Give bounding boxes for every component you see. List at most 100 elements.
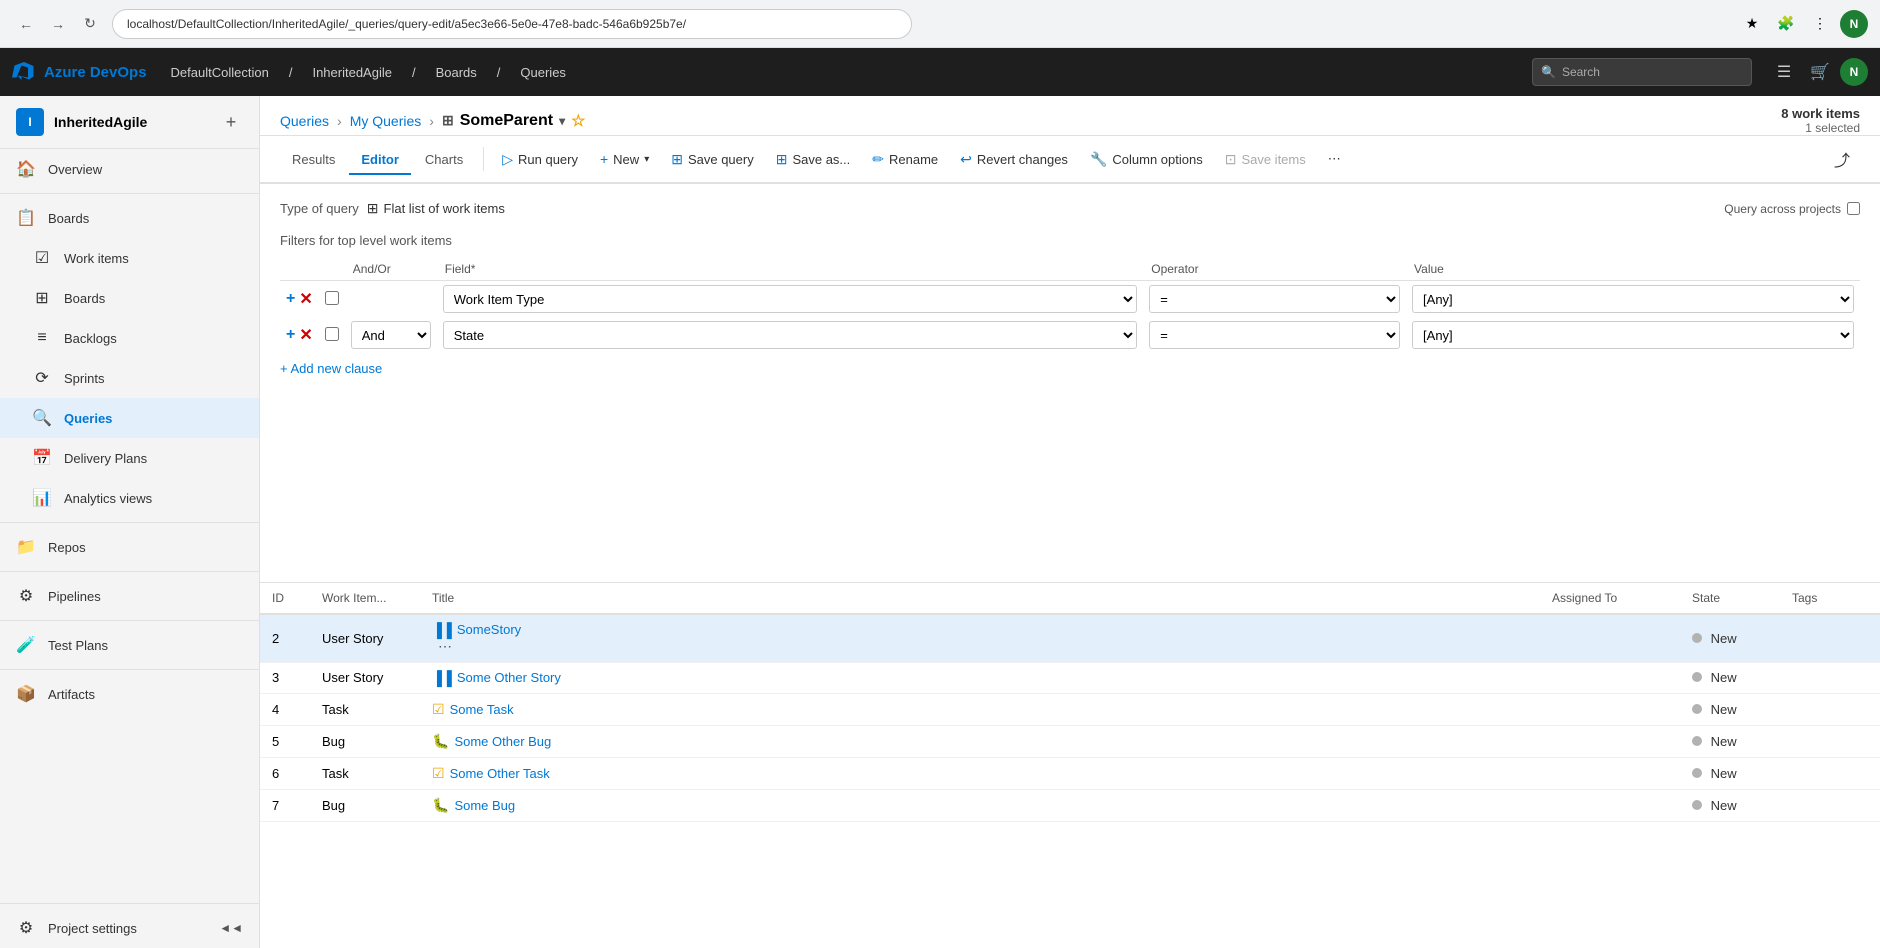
table-row[interactable]: 7 Bug 🐛 Some Bug New — [260, 789, 1880, 821]
shopping-icon[interactable]: 🛒 — [1804, 56, 1836, 88]
sidebar-item-analytics-views[interactable]: 📊 Analytics views — [0, 478, 259, 518]
col-work-item-type[interactable]: Work Item... — [310, 583, 420, 614]
save-items-button[interactable]: ⊡ Save items — [1215, 146, 1316, 173]
add-clause-button[interactable]: + Add new clause — [280, 353, 1860, 384]
sidebar-item-delivery-plans[interactable]: 📅 Delivery Plans — [0, 438, 259, 478]
forward-button[interactable]: → — [44, 10, 72, 38]
menu-icon[interactable]: ☰ — [1768, 56, 1800, 88]
state-label: New — [1711, 798, 1737, 813]
sidebar-item-test-plans[interactable]: 🧪 Test Plans — [0, 625, 259, 665]
table-row[interactable]: 4 Task ☑ Some Task New — [260, 693, 1880, 725]
tab-editor[interactable]: Editor — [349, 146, 411, 175]
expand-button[interactable]: ⤴ — [1824, 142, 1860, 176]
filter-row-2-andor-select[interactable]: And Or — [351, 321, 431, 349]
cell-state: New — [1680, 693, 1780, 725]
bookmark-icon[interactable]: ★ — [1738, 10, 1766, 38]
table-row[interactable]: 2 User Story ▐▐ SomeStory ⋯ New — [260, 614, 1880, 663]
work-item-link[interactable]: ☑ Some Other Task — [432, 765, 1528, 782]
filter-row-1-actions: + ✕ — [280, 281, 319, 318]
more-button[interactable]: ⋯ — [1318, 146, 1351, 172]
revert-changes-button[interactable]: ↩ Revert changes — [950, 146, 1078, 173]
header-search[interactable]: 🔍 Search — [1532, 58, 1752, 86]
header-actions: ☰ 🛒 N — [1768, 56, 1868, 88]
table-row[interactable]: 5 Bug 🐛 Some Other Bug New — [260, 725, 1880, 757]
col-tags[interactable]: Tags — [1780, 583, 1880, 614]
sidebar-item-repos[interactable]: 📁 Repos — [0, 527, 259, 567]
row-actions[interactable]: ⋯ — [432, 636, 458, 656]
rename-button[interactable]: ✏ Rename — [862, 146, 948, 173]
collapse-icon[interactable]: ◄◄ — [219, 921, 243, 935]
address-bar[interactable]: localhost/DefaultCollection/InheritedAgi… — [112, 9, 912, 39]
filters-label: Filters for top level work items — [280, 233, 1860, 248]
work-item-link[interactable]: 🐛 Some Other Bug — [432, 733, 1528, 750]
add-project-button[interactable]: + — [219, 110, 243, 134]
app-header: Azure DevOps DefaultCollection / Inherit… — [0, 48, 1880, 96]
sidebar-item-queries[interactable]: 🔍 Queries — [0, 398, 259, 438]
breadcrumb-item-3[interactable]: Queries — [512, 61, 574, 84]
cell-tags — [1780, 757, 1880, 789]
work-item-link[interactable]: ▐▐ Some Other Story — [432, 670, 1528, 686]
query-dropdown-icon[interactable]: ▾ — [559, 114, 565, 128]
filter-row-1-add[interactable]: + — [286, 290, 295, 308]
query-across-checkbox[interactable] — [1847, 202, 1860, 215]
col-title[interactable]: Title — [420, 583, 1540, 614]
sidebar-item-sprints[interactable]: ⟳ Sprints — [0, 358, 259, 398]
user-story-icon: ▐▐ — [432, 670, 452, 686]
breadcrumb-item-2[interactable]: Boards — [428, 61, 485, 84]
col-state[interactable]: State — [1680, 583, 1780, 614]
cell-state: New — [1680, 614, 1780, 663]
browser-actions: ★ 🧩 ⋮ N — [1738, 10, 1868, 38]
new-button[interactable]: + New ▾ — [590, 146, 659, 172]
refresh-button[interactable]: ↻ — [76, 10, 104, 38]
work-item-link[interactable]: ☑ Some Task — [432, 701, 1528, 718]
filter-col-check — [319, 258, 345, 281]
state-label: New — [1711, 766, 1737, 781]
filter-row-1: + ✕ — [280, 281, 1860, 318]
breadcrumb-my-queries[interactable]: My Queries — [350, 113, 422, 129]
filter-row-1-operator-select[interactable]: = != In — [1149, 285, 1400, 313]
table-row[interactable]: 3 User Story ▐▐ Some Other Story New — [260, 662, 1880, 693]
breadcrumb-item-0[interactable]: DefaultCollection — [163, 61, 277, 84]
save-as-button[interactable]: ⊞ Save as... — [766, 146, 861, 173]
tab-charts[interactable]: Charts — [413, 146, 475, 175]
sidebar-item-backlogs[interactable]: ≡ Backlogs — [0, 318, 259, 358]
sidebar-item-pipelines[interactable]: ⚙ Pipelines — [0, 576, 259, 616]
filter-row-2-value-select[interactable]: [Any] New Active Closed — [1412, 321, 1854, 349]
app-logo[interactable]: Azure DevOps — [12, 60, 147, 84]
col-assigned-to[interactable]: Assigned To — [1540, 583, 1680, 614]
sidebar-item-overview[interactable]: 🏠 Overview — [0, 149, 259, 189]
filter-row-1-value-select[interactable]: [Any] User Story Task Bug — [1412, 285, 1854, 313]
col-id[interactable]: ID — [260, 583, 310, 614]
filter-row-2-add[interactable]: + — [286, 326, 295, 344]
sidebar-item-boards[interactable]: ⊞ Boards — [0, 278, 259, 318]
filter-row-1-remove[interactable]: ✕ — [299, 289, 312, 309]
tab-results[interactable]: Results — [280, 146, 347, 175]
run-query-button[interactable]: ▷ Run query — [492, 146, 588, 173]
filter-row-2-field-select[interactable]: State Work Item Type Title — [443, 321, 1138, 349]
settings-icon[interactable]: ⋮ — [1806, 10, 1834, 38]
filter-row-1-field-select[interactable]: Work Item Type State Title Assigned To — [443, 285, 1138, 313]
sidebar-item-project-settings[interactable]: ⚙ Project settings ◄◄ — [0, 908, 259, 948]
user-avatar-browser[interactable]: N — [1840, 10, 1868, 38]
sidebar-item-work-items[interactable]: ☑ Work items — [0, 238, 259, 278]
filter-row-2-operator-select[interactable]: = != In — [1149, 321, 1400, 349]
breadcrumb-queries[interactable]: Queries — [280, 113, 329, 129]
breadcrumb-item-1[interactable]: InheritedAgile — [304, 61, 400, 84]
query-star-icon[interactable]: ☆ — [571, 111, 585, 131]
column-options-button[interactable]: 🔧 Column options — [1080, 146, 1213, 173]
user-avatar[interactable]: N — [1840, 58, 1868, 86]
query-type-value[interactable]: ⊞ Flat list of work items — [367, 200, 505, 217]
back-button[interactable]: ← — [12, 10, 40, 38]
extension-icon[interactable]: 🧩 — [1772, 10, 1800, 38]
filter-row-2-remove[interactable]: ✕ — [299, 325, 312, 345]
filter-row-1-checkbox[interactable] — [325, 291, 339, 305]
sidebar-item-artifacts[interactable]: 📦 Artifacts — [0, 674, 259, 714]
work-item-link[interactable]: ▐▐ SomeStory — [432, 622, 1528, 638]
sidebar-item-boards-section[interactable]: 📋 Boards — [0, 198, 259, 238]
work-item-link[interactable]: 🐛 Some Bug — [432, 797, 1528, 814]
table-row[interactable]: 6 Task ☑ Some Other Task New — [260, 757, 1880, 789]
breadcrumb-sep-0: / — [281, 61, 301, 84]
filter-row-2-checkbox[interactable] — [325, 327, 339, 341]
save-query-button[interactable]: ⊞ Save query — [661, 146, 764, 173]
work-items-total: 8 work items — [1781, 106, 1860, 121]
